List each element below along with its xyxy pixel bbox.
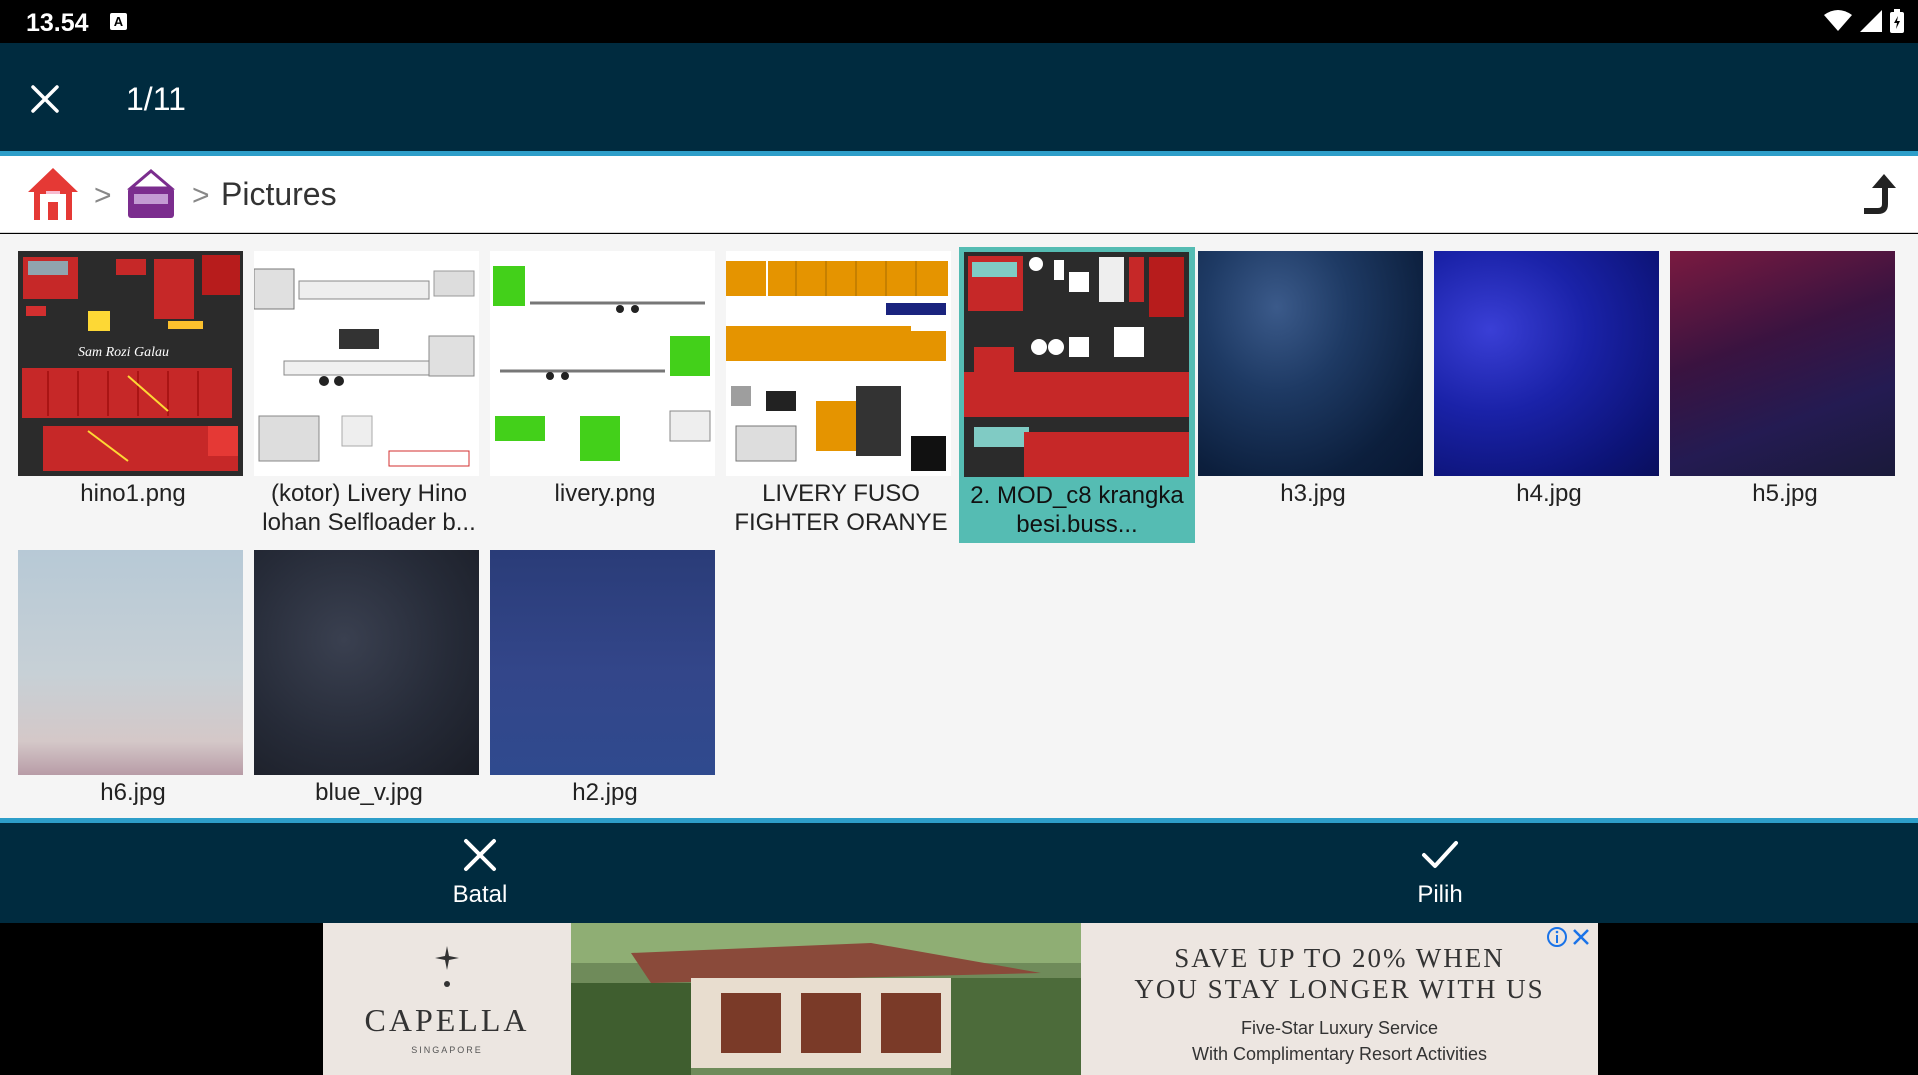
ad-photo — [571, 923, 1081, 1075]
file-name: h4.jpg — [1516, 480, 1582, 507]
thumbnail: Sam Rozi Galau — [18, 251, 243, 476]
breadcrumb-storage-button[interactable] — [126, 168, 176, 220]
signal-icon — [1860, 10, 1882, 32]
file-tile-livery[interactable]: livery.png — [487, 247, 723, 535]
top-toolbar: 1/11 — [0, 43, 1918, 151]
confirm-button[interactable]: Pilih — [1340, 823, 1540, 923]
file-tile-kotor-livery-hino[interactable]: (kotor) Livery Hino lohan Selfloader b..… — [251, 247, 487, 536]
ad-info-icon[interactable] — [1546, 926, 1568, 948]
star-emblem-icon — [435, 945, 459, 987]
file-name: hino1.png — [80, 480, 186, 507]
status-icons — [1824, 8, 1904, 34]
close-icon — [464, 839, 496, 871]
file-tile-h4[interactable]: h4.jpg — [1431, 247, 1667, 535]
cancel-button[interactable]: Batal — [380, 823, 580, 923]
file-tile-livery-fuso[interactable]: LIVERY FUSO FIGHTER ORANYE ... — [723, 247, 959, 536]
ad-close-icon[interactable] — [1570, 926, 1592, 948]
ad-brand: CAPELLA — [364, 1001, 530, 1038]
breadcrumb: > > Pictures — [0, 156, 1918, 233]
ad-tagline-1: Five-Star Luxury Service — [1240, 1018, 1439, 1038]
ad-brand-sub: SINGAPORE — [411, 1044, 483, 1055]
file-name: h2.jpg — [572, 779, 638, 806]
cancel-label: Batal — [452, 881, 508, 908]
file-tile-blue-v[interactable]: blue_v.jpg — [251, 546, 487, 818]
ad-logo: CAPELLA SINGAPORE — [323, 923, 571, 1075]
breadcrumb-separator: > — [94, 179, 112, 212]
ad-choices[interactable] — [1546, 926, 1592, 948]
file-name: blue_v.jpg — [315, 779, 423, 806]
close-icon — [31, 85, 59, 113]
thumbnail — [254, 251, 479, 476]
thumbnail — [964, 252, 1189, 477]
file-name: LIVERY FUSO FIGHTER ORANYE ... — [734, 480, 948, 536]
check-icon — [1422, 841, 1458, 868]
ad-tagline-2: With Complimentary Resort Activities — [1191, 1044, 1488, 1064]
file-tile-h5[interactable]: h5.jpg — [1667, 247, 1903, 535]
breadcrumb-separator: > — [192, 179, 210, 212]
file-name: livery.png — [554, 480, 656, 507]
file-tile-h6[interactable]: h6.jpg — [15, 546, 251, 818]
file-name: h3.jpg — [1280, 480, 1346, 507]
breadcrumb-home-button[interactable] — [26, 166, 80, 222]
confirm-label: Pilih — [1417, 881, 1463, 908]
file-tile-h3[interactable]: h3.jpg — [1195, 247, 1431, 535]
thumbnail — [726, 251, 951, 476]
battery-icon — [1890, 9, 1904, 33]
breadcrumb-current-folder: Pictures — [221, 176, 337, 212]
thumbnail — [1434, 251, 1659, 476]
close-button[interactable] — [22, 76, 68, 122]
bottom-action-bar: Batal Pilih — [0, 823, 1918, 923]
ad-headline-1: SAVE UP TO 20% WHEN — [1174, 943, 1505, 973]
up-arrow-icon — [1864, 174, 1896, 214]
thumbnail — [490, 251, 715, 476]
selection-counter: 1/11 — [126, 81, 186, 117]
ad-headline-2: YOU STAY LONGER WITH US — [1134, 974, 1545, 1004]
status-bar: 13.54 A — [0, 0, 1918, 43]
folder-icon — [126, 169, 176, 218]
file-name: (kotor) Livery Hino lohan Selfloader b..… — [262, 480, 476, 536]
thumbnail — [490, 550, 715, 775]
thumbnail — [1198, 251, 1423, 476]
thumbnail — [254, 550, 479, 775]
file-tile-h2[interactable]: h2.jpg — [487, 546, 723, 818]
file-tile-hino1[interactable]: Sam Rozi Galau hino1.png — [15, 247, 251, 535]
notification-icon: A — [110, 13, 127, 30]
file-name: h5.jpg — [1752, 480, 1818, 507]
ad-banner[interactable]: CAPELLA SINGAPORE SAVE UP TO 20% WHEN YO… — [323, 923, 1598, 1075]
status-time: 13.54 — [26, 9, 89, 37]
file-name: h6.jpg — [100, 779, 166, 806]
thumbnail — [18, 550, 243, 775]
wifi-icon — [1824, 10, 1852, 31]
file-name: 2. MOD_c8 krangka besi.buss... — [970, 482, 1184, 538]
home-icon — [28, 168, 78, 220]
parent-folder-button[interactable] — [1856, 170, 1898, 218]
file-grid: Sam Rozi Galau hino1.png (kotor) Livery … — [0, 234, 1918, 818]
file-tile-mod-c8[interactable]: 2. MOD_c8 krangka besi.buss... — [959, 247, 1195, 543]
thumbnail — [1670, 251, 1895, 476]
ad-copy: SAVE UP TO 20% WHEN YOU STAY LONGER WITH… — [1081, 923, 1598, 1075]
thumbnail-watermark: Sam Rozi Galau — [78, 345, 169, 360]
